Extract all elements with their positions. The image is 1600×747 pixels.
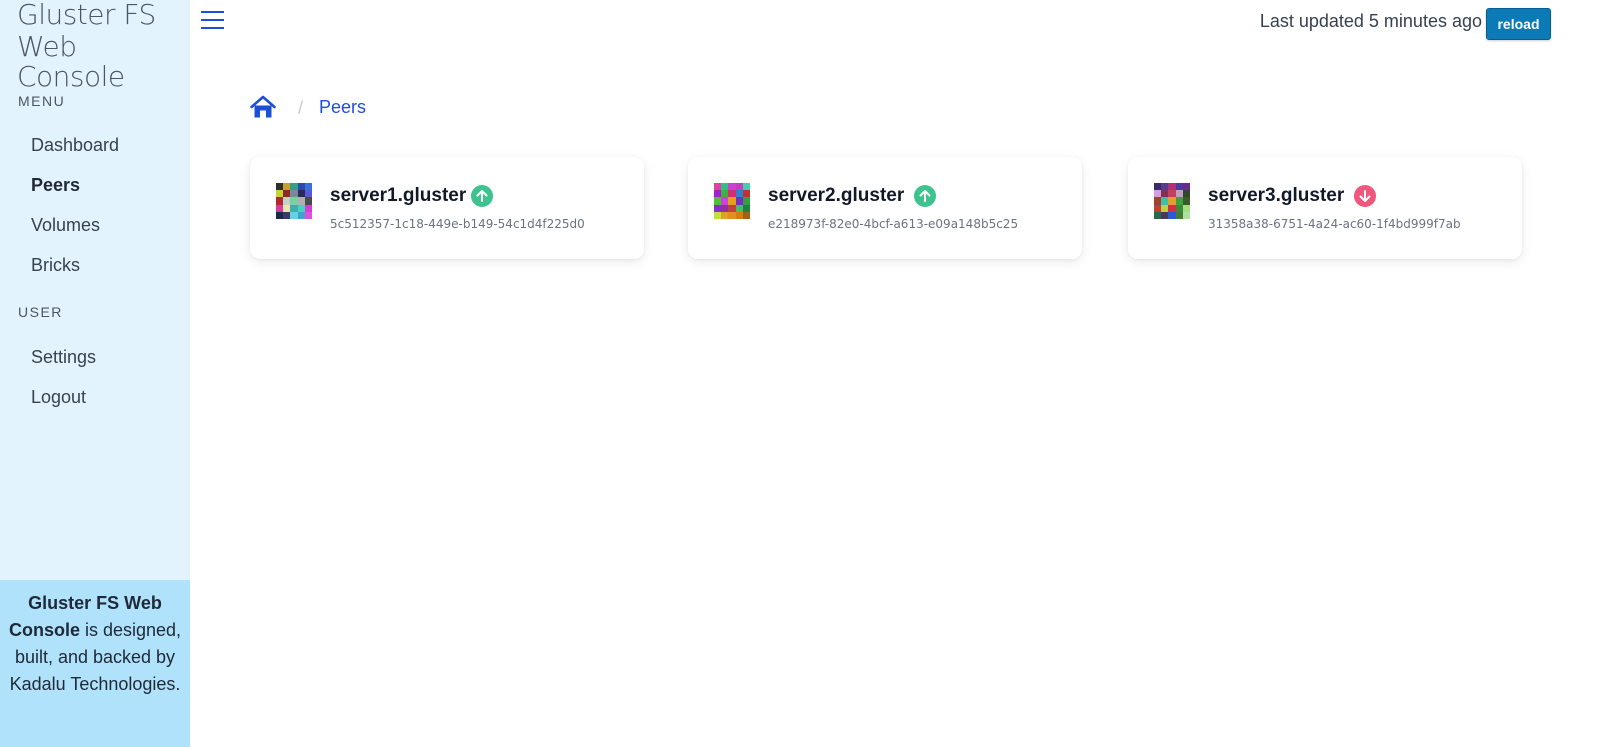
sidebar-item-settings[interactable]: Settings: [31, 347, 96, 368]
sidebar-item-volumes[interactable]: Volumes: [31, 215, 100, 236]
breadcrumb-current[interactable]: Peers: [319, 97, 366, 118]
peer-name: server1.gluster: [330, 185, 467, 206]
breadcrumb-separator: /: [298, 98, 304, 118]
home-icon[interactable]: [250, 95, 276, 119]
peer-name: server2.gluster: [768, 185, 905, 206]
brand-line2: Web Console: [17, 30, 125, 93]
peer-avatar-icon: [714, 183, 750, 219]
peer-card[interactable]: server1.gluster 5c512357-1c18-449e-b149-…: [250, 157, 644, 259]
peer-card[interactable]: server2.gluster e218973f-82e0-4bcf-a613-…: [688, 157, 1082, 259]
sidebar: Gluster FS Web Console MENU Dashboard Pe…: [0, 0, 190, 747]
sidebar-footer: Gluster FS Web Console is designed, buil…: [0, 580, 190, 747]
last-updated-text: Last updated 5 minutes ago: [1259, 11, 1482, 31]
status-up-icon: [914, 185, 936, 207]
reload-button[interactable]: reload: [1486, 8, 1551, 40]
status-down-icon: [1354, 185, 1376, 207]
peer-id: e218973f-82e0-4bcf-a613-e09a148b5c25: [768, 217, 1019, 231]
peer-id: 31358a38-6751-4a24-ac60-1f4bd999f7ab: [1208, 217, 1461, 231]
brand-line1: Gluster FS: [17, 0, 156, 31]
peer-name: server3.gluster: [1208, 185, 1345, 206]
user-section-label: USER: [18, 304, 63, 320]
menu-section-label: MENU: [18, 93, 66, 109]
menu-toggle-icon[interactable]: [201, 11, 224, 31]
peer-avatar-icon: [276, 183, 312, 219]
sidebar-item-peers[interactable]: Peers: [31, 175, 80, 196]
sidebar-item-bricks[interactable]: Bricks: [31, 255, 80, 276]
sidebar-item-logout[interactable]: Logout: [31, 387, 86, 408]
sidebar-item-dashboard[interactable]: Dashboard: [31, 135, 119, 156]
status-up-icon: [471, 185, 493, 207]
peer-avatar-icon: [1154, 183, 1190, 219]
peer-card[interactable]: server3.gluster 31358a38-6751-4a24-ac60-…: [1128, 157, 1522, 259]
peer-id: 5c512357-1c18-449e-b149-54c1d4f225d0: [330, 217, 585, 231]
app-logo[interactable]: Gluster FS Web Console: [17, 0, 190, 92]
